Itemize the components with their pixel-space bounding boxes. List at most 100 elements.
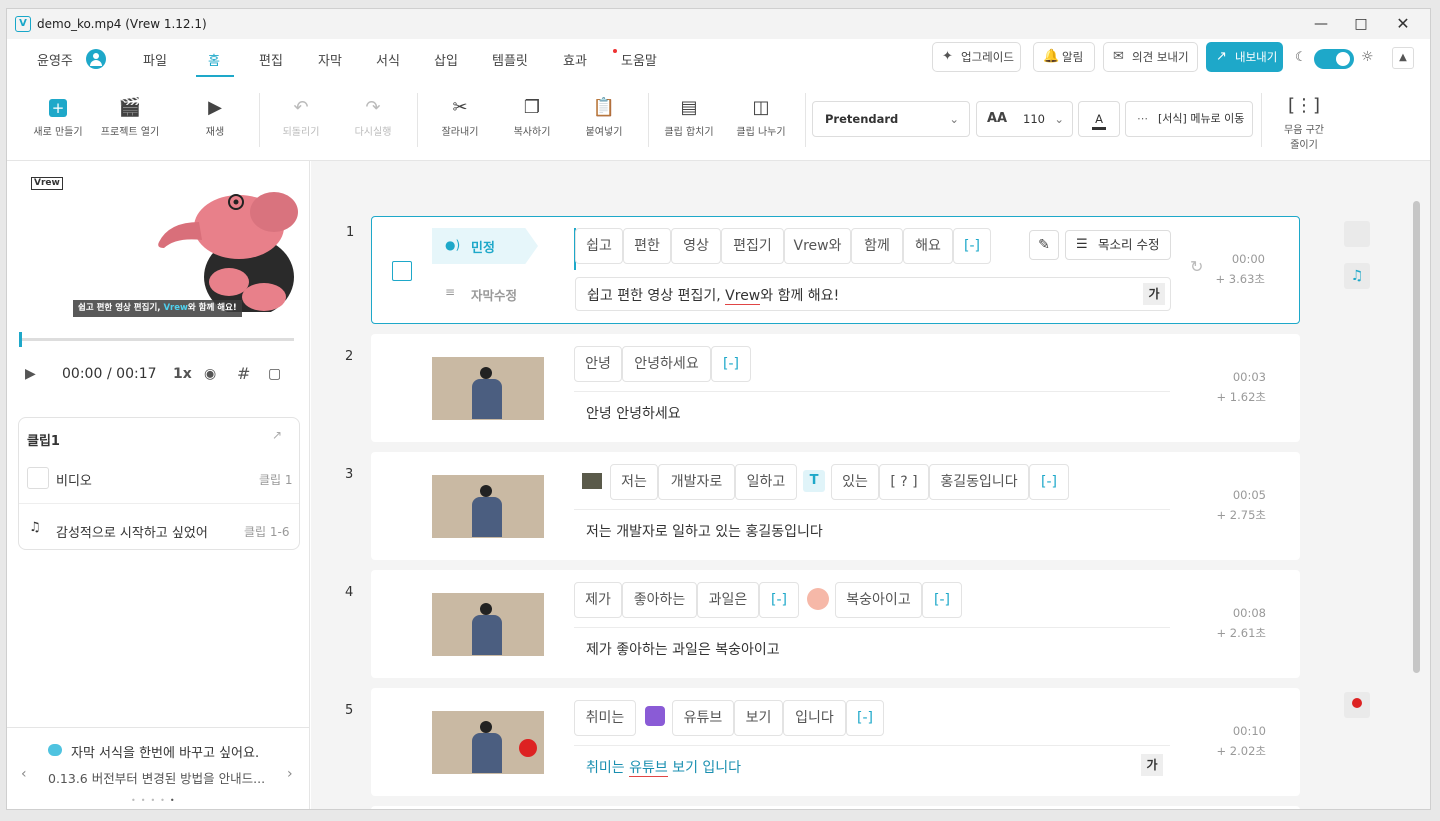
word-chip[interactable]: 해요: [903, 228, 953, 264]
tab-help[interactable]: 도움말: [621, 50, 657, 69]
subtitle-input[interactable]: 쉽고 편한 영상 편집기, Vrew와 함께 해요! 가: [575, 277, 1171, 311]
clip-thumbnail[interactable]: [432, 711, 544, 774]
silence-chip[interactable]: [-]: [953, 228, 991, 264]
subtitle-edit-label[interactable]: 자막수정: [471, 285, 517, 304]
silence-chip[interactable]: [-]: [711, 346, 751, 382]
clip-row[interactable]: 4 제가 좋아하는 과일은 [-] 복숭아이고 [-] 제가 좋아하는 과일은 …: [345, 570, 1300, 678]
reduce-silence-button[interactable]: [⋮] 무음 구간 줄이기: [1275, 95, 1333, 151]
play-icon[interactable]: ▶: [25, 366, 36, 382]
clip-thumbnail[interactable]: [432, 475, 544, 538]
play-button[interactable]: ▶ 재생: [195, 97, 235, 138]
upgrade-button[interactable]: ✦ 업그레이드: [932, 42, 1021, 72]
clip-checkbox[interactable]: [392, 261, 412, 281]
playback-progress-bar[interactable]: [19, 332, 294, 347]
word-chip[interactable]: 개발자로: [658, 464, 735, 500]
youtube-sticker-icon[interactable]: [1344, 692, 1370, 718]
format-menu-button[interactable]: ⋯ [서식] 메뉴로 이동: [1125, 101, 1253, 137]
user-name[interactable]: 윤영주: [37, 50, 73, 69]
word-chip[interactable]: 저는: [610, 464, 658, 500]
word-chip[interactable]: 일하고: [735, 464, 797, 500]
user-avatar-icon[interactable]: [86, 49, 106, 69]
word-chip[interactable]: 함께: [851, 228, 903, 264]
word-chip[interactable]: 입니다: [783, 700, 846, 736]
clip-row[interactable]: [371, 806, 1300, 809]
new-project-button[interactable]: + 새로 만들기: [25, 97, 91, 138]
playback-speed-button[interactable]: 1x: [173, 366, 192, 382]
word-chip[interactable]: 과일은: [697, 582, 759, 618]
word-chip[interactable]: 쉽고: [575, 228, 623, 264]
word-chip[interactable]: 영상: [671, 228, 721, 264]
paste-button[interactable]: 📋 붙여넣기: [579, 97, 629, 138]
camera-icon[interactable]: ◉: [204, 366, 216, 382]
fullscreen-icon[interactable]: ▢: [268, 366, 281, 382]
copy-button[interactable]: ❐ 복사하기: [507, 97, 557, 138]
maximize-icon[interactable]: □: [1349, 13, 1373, 35]
music-note-icon[interactable]: ♫: [1344, 263, 1370, 289]
word-chip[interactable]: 있는: [831, 464, 879, 500]
clip-row[interactable]: 3 저는 개발자로 일하고 T 있는 [ ? ] 홍길동입니다 [-] 저는 개…: [345, 452, 1300, 560]
music-track-label[interactable]: 감성적으로 시작하고 싶었어: [56, 522, 208, 541]
text-insert-icon[interactable]: T: [803, 470, 825, 492]
font-style-badge[interactable]: 가: [1141, 754, 1163, 776]
word-chip[interactable]: 제가: [574, 582, 622, 618]
feedback-button[interactable]: ✉ 의견 보내기: [1103, 42, 1198, 72]
silence-chip[interactable]: [-]: [759, 582, 799, 618]
scrollbar[interactable]: [1413, 201, 1420, 673]
theme-toggle[interactable]: [1314, 49, 1354, 69]
tab-home[interactable]: 홈: [208, 50, 220, 69]
word-chip[interactable]: 안녕: [574, 346, 622, 382]
word-chip[interactable]: 유튜브: [672, 700, 734, 736]
voice-edit-button[interactable]: ☰ 목소리 수정: [1065, 230, 1171, 260]
grid-icon[interactable]: #: [237, 364, 250, 383]
word-chip[interactable]: 편집기: [721, 228, 784, 264]
font-color-button[interactable]: A: [1078, 101, 1120, 137]
font-family-select[interactable]: Pretendard ⌄: [812, 101, 970, 137]
clip-row[interactable]: 5 취미는 유튜브 보기 입니다 [-] 취미는 유튜브 보기 입니다 가 00…: [345, 688, 1300, 796]
tab-file[interactable]: 파일: [143, 50, 167, 69]
clip-row[interactable]: 1 ●) 민정 ≡ 자막수정 쉽고 편한 영상 편집기 Vrew와 함께 해요 …: [346, 216, 1300, 324]
tab-insert[interactable]: 삽입: [434, 50, 458, 69]
chevron-left-icon[interactable]: ‹: [21, 766, 27, 782]
open-external-icon[interactable]: ↗: [272, 428, 282, 442]
close-icon[interactable]: ✕: [1391, 13, 1415, 35]
alarm-button[interactable]: 🔔 알림: [1033, 42, 1095, 72]
word-chip[interactable]: 보기: [734, 700, 783, 736]
word-chip[interactable]: 홍길동입니다: [929, 464, 1029, 500]
open-project-button[interactable]: 🎬 프로젝트 열기: [95, 97, 165, 138]
tab-format[interactable]: 서식: [376, 50, 400, 69]
sticker-icon[interactable]: [645, 706, 665, 726]
silence-chip[interactable]: [-]: [922, 582, 962, 618]
subtitle-text[interactable]: 취미는 유튜브 보기 입니다: [586, 757, 741, 777]
minimize-icon[interactable]: —: [1309, 13, 1333, 35]
image-insert-icon[interactable]: [582, 473, 602, 489]
clip-thumbnail[interactable]: [432, 357, 544, 420]
tip-banner[interactable]: 자막 서식을 한번에 바꾸고 싶어요. ‹ 0.13.6 버전부터 변경된 방법…: [7, 727, 309, 809]
peach-emoji-icon[interactable]: [807, 588, 829, 610]
tab-subtitle[interactable]: 자막: [318, 50, 342, 69]
word-chip[interactable]: Vrew와: [784, 228, 851, 264]
word-chip[interactable]: 좋아하는: [622, 582, 697, 618]
unrecognized-chip[interactable]: [ ? ]: [879, 464, 929, 500]
silence-chip[interactable]: [-]: [846, 700, 884, 736]
export-button[interactable]: ↗ 내보내기: [1206, 42, 1283, 72]
tab-template[interactable]: 템플릿: [492, 50, 528, 69]
redo-button[interactable]: ↷ 다시실행: [347, 97, 399, 138]
word-chip[interactable]: 안녕하세요: [622, 346, 711, 382]
undo-button[interactable]: ↶ 되돌리기: [275, 97, 327, 138]
tab-effect[interactable]: 효과: [563, 50, 587, 69]
font-size-select[interactable]: AA 110 ⌄: [976, 101, 1073, 137]
carousel-dots[interactable]: •••••: [131, 796, 180, 805]
caption-box-icon[interactable]: [1344, 221, 1370, 247]
subtitle-text[interactable]: 제가 좋아하는 과일은 복숭아이고: [586, 639, 780, 659]
word-chip[interactable]: 취미는: [574, 700, 636, 736]
split-clip-button[interactable]: ◫ 클립 나누기: [731, 97, 791, 138]
tab-edit[interactable]: 편집: [259, 50, 283, 69]
word-chip[interactable]: 편한: [623, 228, 671, 264]
font-style-badge[interactable]: 가: [1143, 283, 1165, 305]
silence-chip[interactable]: [-]: [1029, 464, 1069, 500]
cut-button[interactable]: ✂ 잘라내기: [435, 97, 485, 138]
clip-thumbnail[interactable]: [432, 593, 544, 656]
video-preview[interactable]: Vrew 쉽고 편한 영상 편집기, Vrew와 함께 해요!: [19, 167, 299, 317]
playhead[interactable]: [19, 332, 22, 347]
collapse-ribbon-button[interactable]: ▲: [1392, 47, 1414, 69]
